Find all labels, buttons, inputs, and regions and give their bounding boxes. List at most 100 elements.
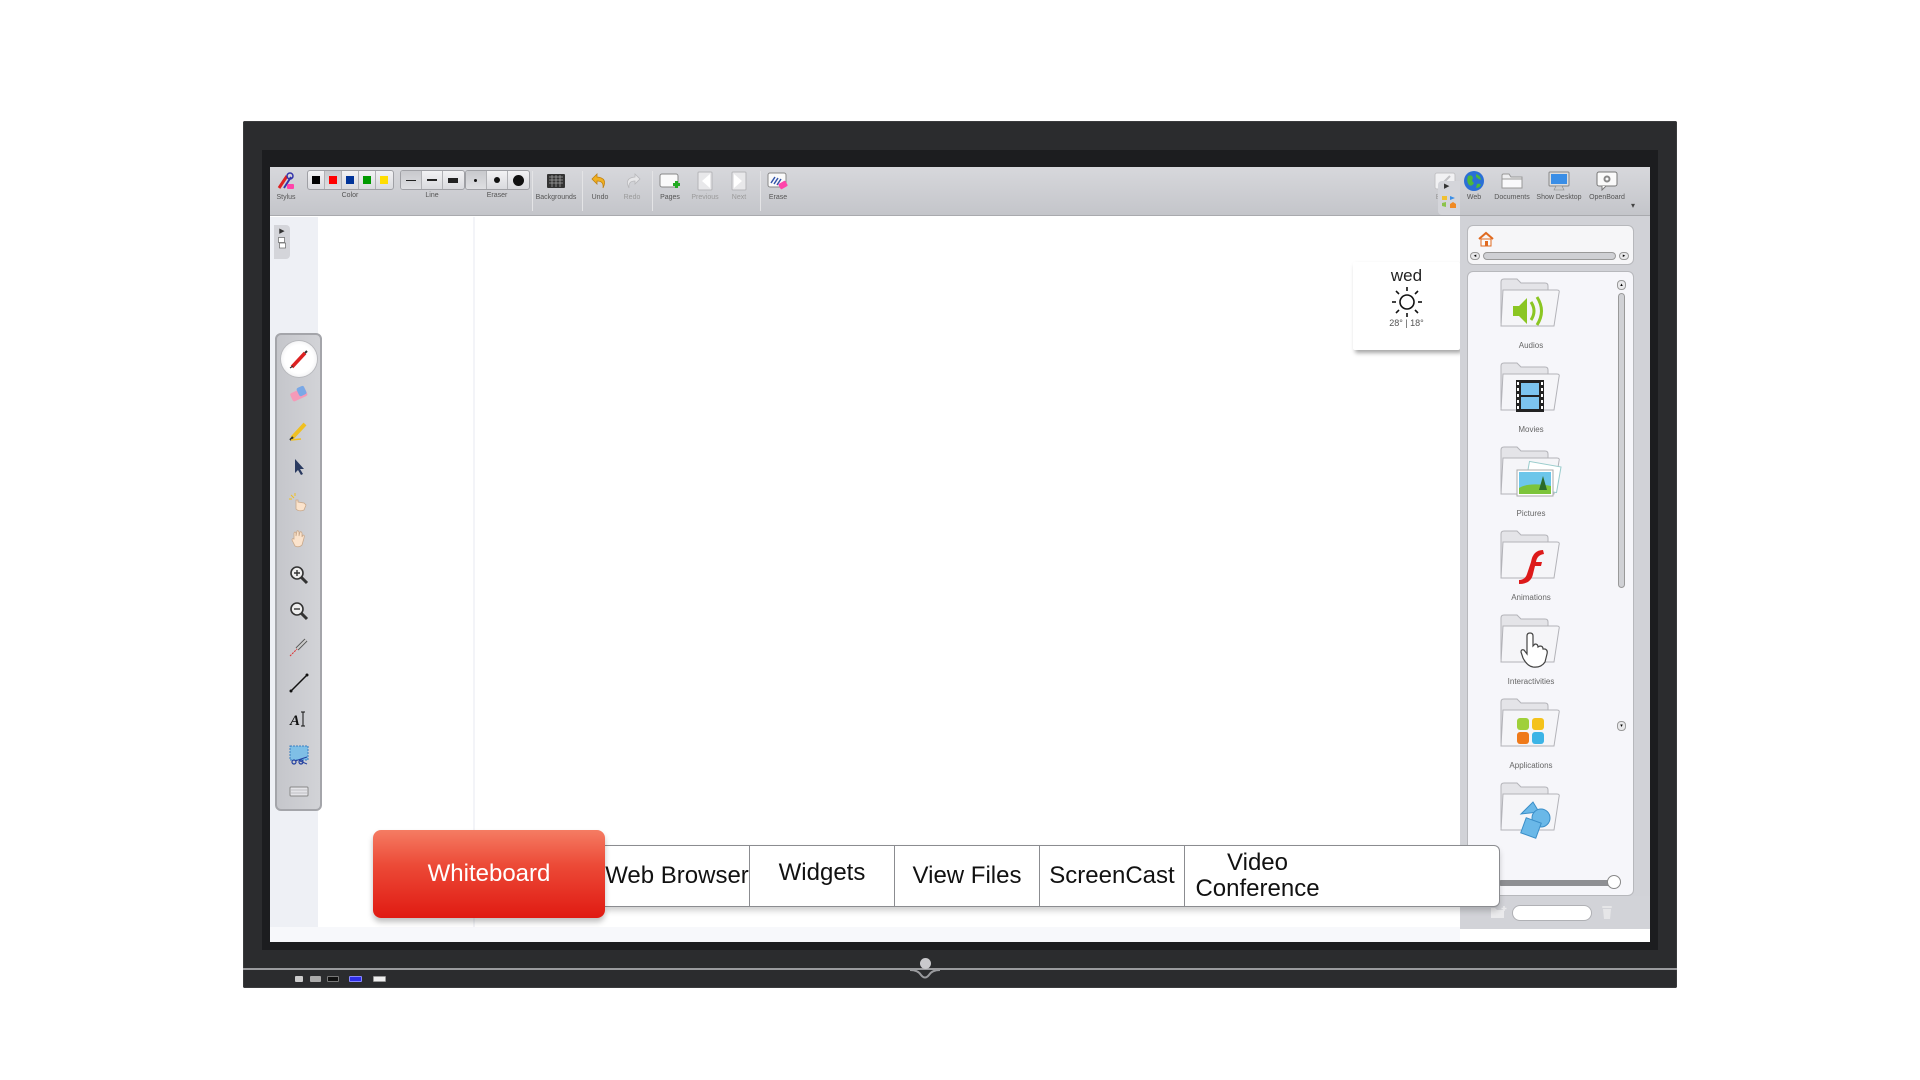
scroll-down-button[interactable]: ▾: [1617, 721, 1626, 731]
tab-video-conference[interactable]: Video Conference: [1185, 846, 1330, 906]
color-swatch-option[interactable]: [342, 171, 359, 189]
color-swatch-option[interactable]: [324, 171, 342, 189]
tool-laser[interactable]: [281, 629, 317, 665]
right-panel-toggle[interactable]: ▶: [1438, 181, 1460, 215]
pointing-hand-icon: [288, 493, 306, 512]
shapes-folder-icon: [1499, 782, 1563, 844]
tool-line[interactable]: [281, 665, 317, 701]
color-swatch: [311, 176, 320, 184]
color-swatch: [328, 176, 337, 184]
tool-pen[interactable]: [280, 341, 317, 377]
tool-eraser[interactable]: [281, 377, 317, 413]
library-folder-label: Pictures: [1516, 509, 1546, 518]
library-vertical-scrollbar[interactable]: ▴ ▾: [1617, 280, 1626, 887]
library-folder[interactable]: [1476, 782, 1586, 845]
tool-keyboard[interactable]: [281, 773, 317, 809]
new-folder-icon[interactable]: [1490, 905, 1508, 919]
line-width-selector: [399, 170, 465, 190]
scroll-thumb[interactable]: [1618, 293, 1625, 588]
whiteboard-canvas[interactable]: [318, 217, 1460, 927]
library-folder-label: Applications: [1509, 761, 1553, 770]
power-button[interactable]: [920, 958, 931, 969]
keyboard-icon: [289, 786, 308, 797]
scroll-up-button[interactable]: ▴: [1617, 280, 1626, 290]
library-folder[interactable]: Movies: [1476, 362, 1586, 434]
line-thick-option[interactable]: [443, 171, 464, 189]
port-1: [295, 976, 303, 982]
erase-icon: [767, 170, 789, 192]
library-folder[interactable]: Pictures: [1476, 446, 1586, 518]
animations-folder-icon: [1499, 530, 1563, 592]
tool-hand[interactable]: [281, 521, 317, 557]
nav-scroll-left-button[interactable]: ◂: [1470, 252, 1480, 260]
weather-day: wed: [1390, 266, 1423, 285]
monitor-trim-line: [243, 968, 1677, 970]
thumbnail-size-slider-handle[interactable]: [1607, 875, 1621, 889]
left-panel-toggle[interactable]: ▶: [274, 225, 290, 259]
pages-panel-icon: [278, 237, 286, 249]
expand-arrow-icon: ▶: [279, 228, 285, 235]
tab-view-files[interactable]: View Files: [895, 846, 1040, 906]
stylus-button[interactable]: Stylus: [274, 170, 298, 214]
openboard-dropdown-arrow-icon[interactable]: ▾: [1631, 201, 1635, 210]
screen: Stylus Color Line Eraser Backgrounds Und…: [270, 167, 1650, 942]
redo-button[interactable]: Redo: [617, 170, 647, 214]
toolbar-separator: [582, 171, 583, 211]
applications-folder-icon: [1499, 698, 1563, 760]
tab-screencast[interactable]: ScreenCast: [1040, 846, 1185, 906]
library-folder[interactable]: Audios: [1476, 278, 1586, 350]
port-usb3: [349, 976, 362, 982]
tool-text[interactable]: A: [281, 701, 317, 737]
eraser-large-option[interactable]: [508, 171, 529, 189]
tool-play[interactable]: [281, 485, 317, 521]
movies-folder-icon: [1499, 362, 1563, 424]
home-icon[interactable]: [1478, 231, 1494, 247]
color-swatch-option[interactable]: [376, 171, 393, 189]
library-search-input[interactable]: [1512, 905, 1592, 921]
previous-page-button[interactable]: Previous: [688, 170, 722, 214]
tab-web-browser[interactable]: Web Browser: [605, 846, 750, 906]
thumbnail-size-slider-track[interactable]: [1498, 880, 1613, 886]
trash-icon[interactable]: [1601, 904, 1613, 920]
library-navigation: ◂ ▸: [1467, 225, 1634, 265]
tool-selector[interactable]: [281, 449, 317, 485]
eraser-medium-option[interactable]: [487, 171, 508, 189]
next-page-button[interactable]: Next: [725, 170, 753, 214]
next-page-icon: [728, 170, 750, 192]
line-thin-option[interactable]: [400, 171, 422, 189]
line-medium-option[interactable]: [422, 171, 443, 189]
port-2: [310, 976, 321, 982]
color-swatch-option[interactable]: [359, 171, 376, 189]
color-swatch-option[interactable]: [308, 171, 325, 189]
tool-zoom-out[interactable]: [281, 593, 317, 629]
pages-button[interactable]: Pages: [655, 170, 685, 214]
canvas-bottom-strip: [270, 927, 1460, 942]
openboard-menu-button[interactable]: OpenBoard: [1585, 170, 1629, 214]
library-folder[interactable]: Applications: [1476, 698, 1586, 770]
library-folder[interactable]: Interactivities: [1476, 614, 1586, 686]
toolbar-separator: [652, 171, 653, 211]
library-folder[interactable]: Animations: [1476, 530, 1586, 602]
eraser-small-option[interactable]: [465, 171, 487, 189]
library-folder-label: Animations: [1511, 593, 1551, 602]
library-folder-label: Movies: [1518, 425, 1544, 434]
tool-zoom-in[interactable]: [281, 557, 317, 593]
color-swatch: [345, 176, 354, 184]
tool-capture[interactable]: [281, 737, 317, 773]
web-button[interactable]: Web: [1461, 170, 1487, 214]
marker-tool-icon: [288, 422, 306, 441]
weather-widget[interactable]: wed 28° | 18°: [1353, 262, 1460, 350]
nav-horizontal-scrollbar[interactable]: [1483, 252, 1616, 260]
interactivities-folder-icon: [1499, 614, 1563, 676]
tool-marker[interactable]: [281, 413, 317, 449]
undo-button[interactable]: Undo: [585, 170, 615, 214]
eraser-group: Eraser: [464, 170, 530, 214]
documents-button[interactable]: Documents: [1489, 170, 1535, 214]
backgrounds-button[interactable]: Backgrounds: [534, 170, 578, 214]
tab-whiteboard[interactable]: Whiteboard: [373, 830, 605, 918]
tab-widgets[interactable]: Widgets: [750, 846, 895, 906]
show-desktop-button[interactable]: Show Desktop: [1535, 170, 1583, 214]
nav-scroll-right-button[interactable]: ▸: [1619, 252, 1629, 260]
toolbar-separator: [532, 171, 533, 211]
erase-button[interactable]: Erase: [764, 170, 792, 214]
